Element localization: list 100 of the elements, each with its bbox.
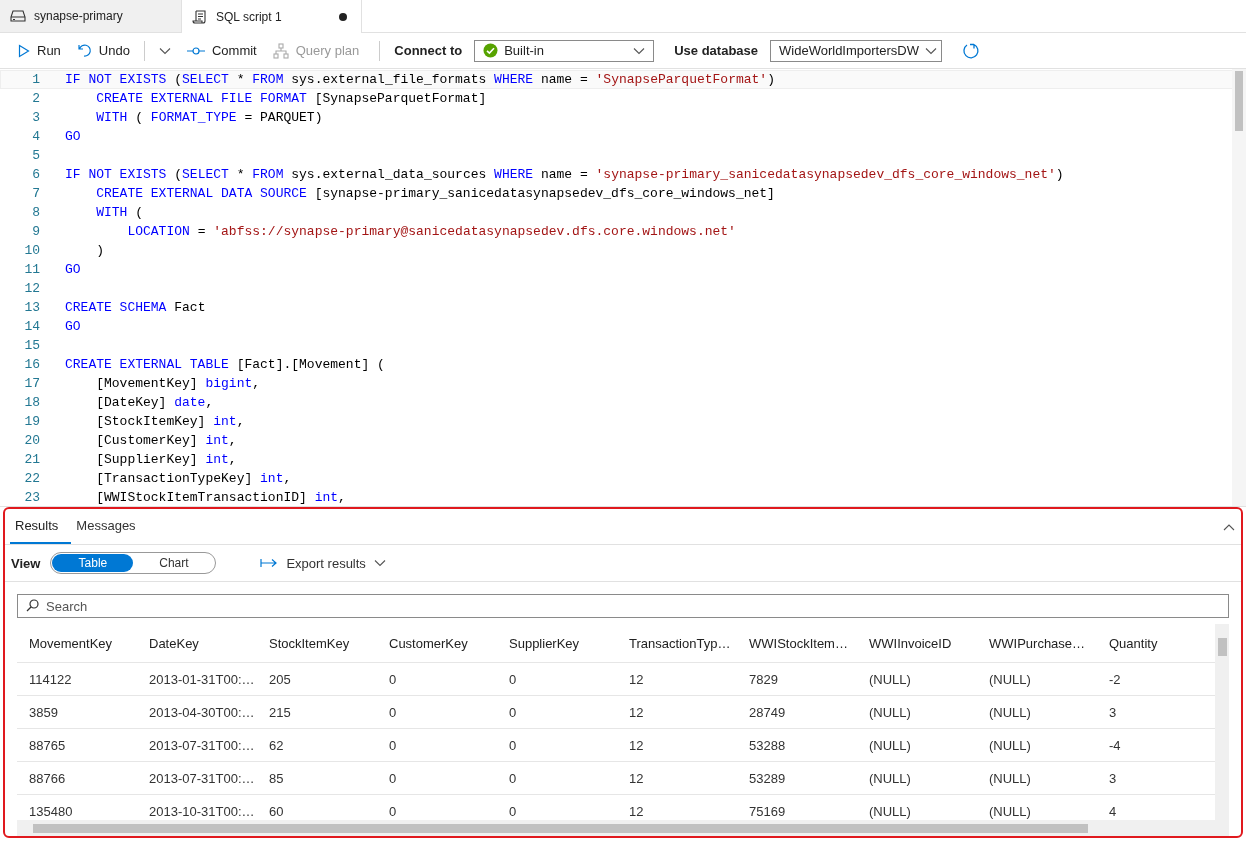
commit-icon — [186, 45, 205, 56]
table-cell: (NULL) — [977, 729, 1097, 762]
code-line: [CustomerKey] int, — [95, 432, 237, 450]
refresh-icon — [962, 41, 981, 60]
code-line: [WWIStockItemTransactionID] int, — [95, 489, 346, 506]
toolbar-button[interactable]: Run — [12, 39, 67, 62]
table-cell: (NULL) — [977, 663, 1097, 696]
column-header[interactable]: WWIPurchase… — [977, 624, 1097, 663]
code-line: CREATE EXTERNAL FILE FORMAT [SynapseParquetFormat] — [95, 90, 487, 108]
code-line: IF NOT EXISTS (SELECT * FROM sys.external_file_formats WHERE name = 'SynapseParquetFormat') — [65, 71, 775, 89]
code-line: [SupplierKey] int, — [95, 451, 237, 469]
line-number: 1 — [31, 71, 40, 89]
table-cell: 85 — [257, 762, 377, 795]
line-number: 17 — [23, 375, 40, 393]
code-line: [TransactionTypeKey] int, — [95, 470, 292, 488]
database-label: Use database — [674, 43, 759, 58]
table-cell: 0 — [497, 729, 617, 762]
table-cell: 53289 — [737, 762, 857, 795]
table-cell: 114122 — [17, 663, 137, 696]
line-number: 12 — [23, 280, 40, 298]
document-tab[interactable]: SQL script 1 — [182, 0, 362, 33]
chevron-down-icon — [373, 559, 386, 567]
chevron-down-icon — [633, 46, 646, 55]
table-cell: 62 — [257, 729, 377, 762]
table-cell: (NULL) — [857, 729, 977, 762]
table-cell: 12 — [617, 663, 737, 696]
code-line: ) — [95, 242, 104, 260]
database-icon — [10, 9, 26, 23]
column-header[interactable]: StockItemKey — [257, 624, 377, 663]
table-cell: 2013-01-31T00:… — [137, 663, 257, 696]
chevron-up-icon — [1223, 522, 1235, 531]
table-cell: 0 — [377, 729, 497, 762]
code-line: WITH ( FORMAT_TYPE = PARQUET) — [95, 109, 323, 127]
table-cell: 0 — [497, 696, 617, 729]
column-header[interactable]: WWIInvoiceID — [857, 624, 977, 663]
code-line: GO — [65, 261, 81, 279]
line-number: 21 — [23, 451, 40, 469]
line-number: 9 — [31, 223, 40, 241]
table-cell: (NULL) — [857, 762, 977, 795]
code-line: CREATE EXTERNAL DATA SOURCE [synapse-primary_sanicedatasynapsedev_dfs_core_windows_net] — [95, 185, 775, 203]
code-line: GO — [65, 318, 81, 336]
table-cell: 88766 — [17, 762, 137, 795]
table-cell: 12 — [617, 729, 737, 762]
line-number: 3 — [31, 109, 40, 127]
table-cell: (NULL) — [857, 663, 977, 696]
line-number: 4 — [31, 128, 40, 146]
table-cell: 2013-07-31T00:… — [137, 762, 257, 795]
line-number: 18 — [23, 394, 40, 412]
connection-dropdown[interactable]: Built-in — [474, 39, 655, 62]
script-icon — [192, 8, 208, 25]
table-cell: 3859 — [17, 696, 137, 729]
results-tab[interactable]: Results — [10, 509, 72, 544]
chevron-down-icon — [925, 46, 938, 55]
column-header[interactable]: TransactionTyp… — [617, 624, 737, 663]
document-tab[interactable]: synapse-primary — [0, 0, 182, 32]
export-arrow-icon — [260, 558, 279, 568]
scrollbar[interactable] — [1232, 69, 1246, 506]
column-header[interactable]: CustomerKey — [377, 624, 497, 663]
scrollbar[interactable] — [17, 820, 1229, 836]
line-number: 5 — [31, 147, 40, 165]
code-line: LOCATION = 'abfss://synapse-primary@sanicedatasynapsedev.dfs.core.windows.net' — [126, 223, 736, 241]
hierarchy-icon — [272, 42, 289, 59]
results-tab[interactable]: Messages — [71, 509, 149, 544]
toolbar-button[interactable]: Undo — [70, 39, 136, 62]
line-number: 20 — [23, 432, 40, 450]
table-cell: 7829 — [737, 663, 857, 696]
column-header[interactable]: DateKey — [137, 624, 257, 663]
line-number: 6 — [31, 166, 40, 184]
column-header[interactable]: MovementKey — [17, 624, 137, 663]
connect-label: Connect to — [394, 43, 463, 58]
line-number: 11 — [23, 261, 40, 279]
line-number: 13 — [23, 299, 40, 317]
line-number: 15 — [23, 337, 40, 355]
line-number: 16 — [23, 356, 40, 374]
scrollbar[interactable] — [1215, 624, 1229, 820]
search-field[interactable]: Search — [17, 594, 1229, 618]
search-icon — [26, 599, 39, 612]
export-button[interactable]: Export results — [254, 554, 392, 572]
table-cell: 0 — [377, 696, 497, 729]
column-header[interactable]: SupplierKey — [497, 624, 617, 663]
chevron-down-icon — [158, 46, 171, 55]
undo-icon — [76, 43, 92, 58]
play-icon — [18, 43, 30, 58]
table-cell: 0 — [497, 762, 617, 795]
code-line: [DateKey] date, — [95, 394, 214, 412]
code-line: WITH ( — [95, 204, 144, 222]
toolbar-button[interactable]: Commit — [180, 39, 263, 62]
database-dropdown[interactable]: WideWorldImportersDW — [770, 39, 943, 62]
view-option[interactable]: Table — [52, 554, 134, 572]
code-line: [MovementKey] bigint, — [95, 375, 261, 393]
table-cell: 205 — [257, 663, 377, 696]
line-number: 10 — [23, 242, 40, 260]
column-header[interactable]: WWIStockItem… — [737, 624, 857, 663]
line-number: 19 — [23, 413, 40, 431]
view-option[interactable]: Chart — [133, 554, 215, 572]
table-cell: 2013-07-31T00:… — [137, 729, 257, 762]
table-cell: 53288 — [737, 729, 857, 762]
view-label: View — [11, 555, 41, 571]
table-cell: (NULL) — [977, 696, 1097, 729]
table-cell: 2013-04-30T00:… — [137, 696, 257, 729]
